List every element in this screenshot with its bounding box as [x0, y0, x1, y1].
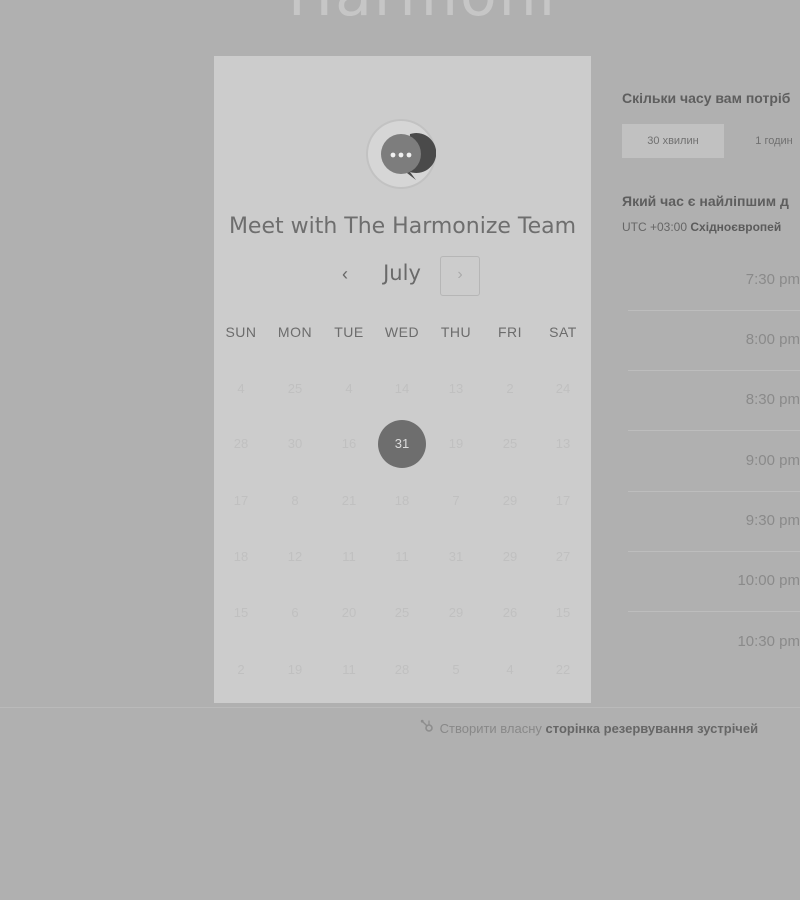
- time-slot[interactable]: 9:30 pm: [628, 491, 800, 552]
- time-slot[interactable]: 10:30 pm: [628, 612, 800, 672]
- timezone-name: Східноєвропей: [690, 220, 782, 234]
- calendar-day[interactable]: 19: [432, 420, 480, 468]
- footer-link[interactable]: сторінка резервування зустрічей: [546, 721, 759, 736]
- time-slot[interactable]: 7:30 pm: [628, 250, 800, 311]
- weekday-label: WED: [384, 324, 420, 340]
- weekday-label: SUN: [225, 324, 257, 340]
- calendar-day[interactable]: 18: [217, 533, 265, 581]
- calendar-day[interactable]: 31: [432, 533, 480, 581]
- timezone-offset: UTC +03:00: [622, 220, 688, 234]
- calendar-day[interactable]: 28: [217, 420, 265, 468]
- weekday-label: SAT: [549, 324, 577, 340]
- calendar-day[interactable]: 4: [217, 365, 265, 413]
- calendar-day[interactable]: 26: [486, 589, 534, 637]
- calendar-day[interactable]: 14: [378, 365, 426, 413]
- weekday-header: SUN MON TUE WED THU FRI SAT: [214, 324, 591, 342]
- calendar-day[interactable]: 30: [271, 420, 319, 468]
- calendar-day[interactable]: 18: [378, 477, 426, 525]
- calendar-card: Meet with The Harmonize Team ‹ July › SU…: [214, 56, 591, 703]
- calendar-day[interactable]: 16: [325, 420, 373, 468]
- time-slot[interactable]: 8:00 pm: [628, 310, 800, 371]
- footer-divider: [0, 707, 800, 708]
- month-label: July: [383, 261, 421, 285]
- calendar-day[interactable]: 4: [486, 646, 534, 694]
- calendar-day[interactable]: 17: [217, 477, 265, 525]
- time-slot[interactable]: 8:30 pm: [628, 370, 800, 431]
- duration-option-30min[interactable]: 30 хвилин: [622, 124, 724, 158]
- calendar-day[interactable]: 2: [486, 365, 534, 413]
- time-question: Який час є найліпшим д: [622, 193, 789, 209]
- weekday-label: THU: [440, 324, 472, 340]
- calendar-day[interactable]: 29: [432, 589, 480, 637]
- calendar-day[interactable]: 25: [486, 420, 534, 468]
- calendar-day[interactable]: 28: [378, 646, 426, 694]
- calendar-day[interactable]: 13: [539, 420, 587, 468]
- weekday-label: TUE: [334, 324, 364, 340]
- calendar-day[interactable]: 29: [486, 477, 534, 525]
- brand-logo-text: Harmoni: [288, 0, 557, 30]
- calendar-day[interactable]: 5: [432, 646, 480, 694]
- calendar-day[interactable]: 2: [217, 646, 265, 694]
- duration-option-1hour[interactable]: 1 годин: [734, 124, 800, 158]
- calendar-day[interactable]: 15: [217, 589, 265, 637]
- calendar-day[interactable]: 22: [539, 646, 587, 694]
- footer-text: Створити власну: [439, 721, 542, 736]
- calendar-day[interactable]: 8: [271, 477, 319, 525]
- time-slot[interactable]: 10:00 pm: [628, 551, 800, 612]
- booking-page: Harmoni Meet with The Harmonize Team ‹ J…: [0, 0, 800, 900]
- next-month-button[interactable]: ›: [440, 256, 480, 296]
- calendar-day[interactable]: 6: [271, 589, 319, 637]
- calendar-day-selected[interactable]: 31: [378, 420, 426, 468]
- calendar-day[interactable]: 15: [539, 589, 587, 637]
- calendar-day[interactable]: 27: [539, 533, 587, 581]
- calendar-day[interactable]: 4: [325, 365, 373, 413]
- weekday-label: MON: [277, 324, 313, 340]
- time-slot[interactable]: 9:00 pm: [628, 431, 800, 492]
- footer-promo[interactable]: Створити власну сторінка резервування зу…: [420, 719, 758, 736]
- calendar-day[interactable]: 25: [378, 589, 426, 637]
- calendar-day[interactable]: 12: [271, 533, 319, 581]
- duration-question: Скільки часу вам потріб: [622, 90, 791, 106]
- calendar-day[interactable]: 29: [486, 533, 534, 581]
- calendar-day[interactable]: 21: [325, 477, 373, 525]
- calendar-day[interactable]: 11: [325, 533, 373, 581]
- meeting-title: Meet with The Harmonize Team: [228, 214, 577, 239]
- prev-month-button[interactable]: ‹: [331, 260, 359, 288]
- calendar-day[interactable]: 11: [325, 646, 373, 694]
- calendar-day[interactable]: 19: [271, 646, 319, 694]
- time-selection-panel: Скільки часу вам потріб 30 хвилин 1 годи…: [622, 0, 800, 700]
- brand-logo: Harmoni: [288, 0, 557, 30]
- sprocket-icon: [420, 719, 438, 736]
- team-avatar-icon: [366, 115, 437, 193]
- calendar-day[interactable]: 11: [378, 533, 426, 581]
- calendar-day[interactable]: 24: [539, 365, 587, 413]
- calendar-day[interactable]: 17: [539, 477, 587, 525]
- calendar-day[interactable]: 20: [325, 589, 373, 637]
- weekday-label: FRI: [497, 324, 523, 340]
- timezone-selector[interactable]: UTC +03:00 Східноєвропей: [622, 220, 781, 234]
- calendar-day[interactable]: 13: [432, 365, 480, 413]
- calendar-day[interactable]: 7: [432, 477, 480, 525]
- calendar-day[interactable]: 25: [271, 365, 319, 413]
